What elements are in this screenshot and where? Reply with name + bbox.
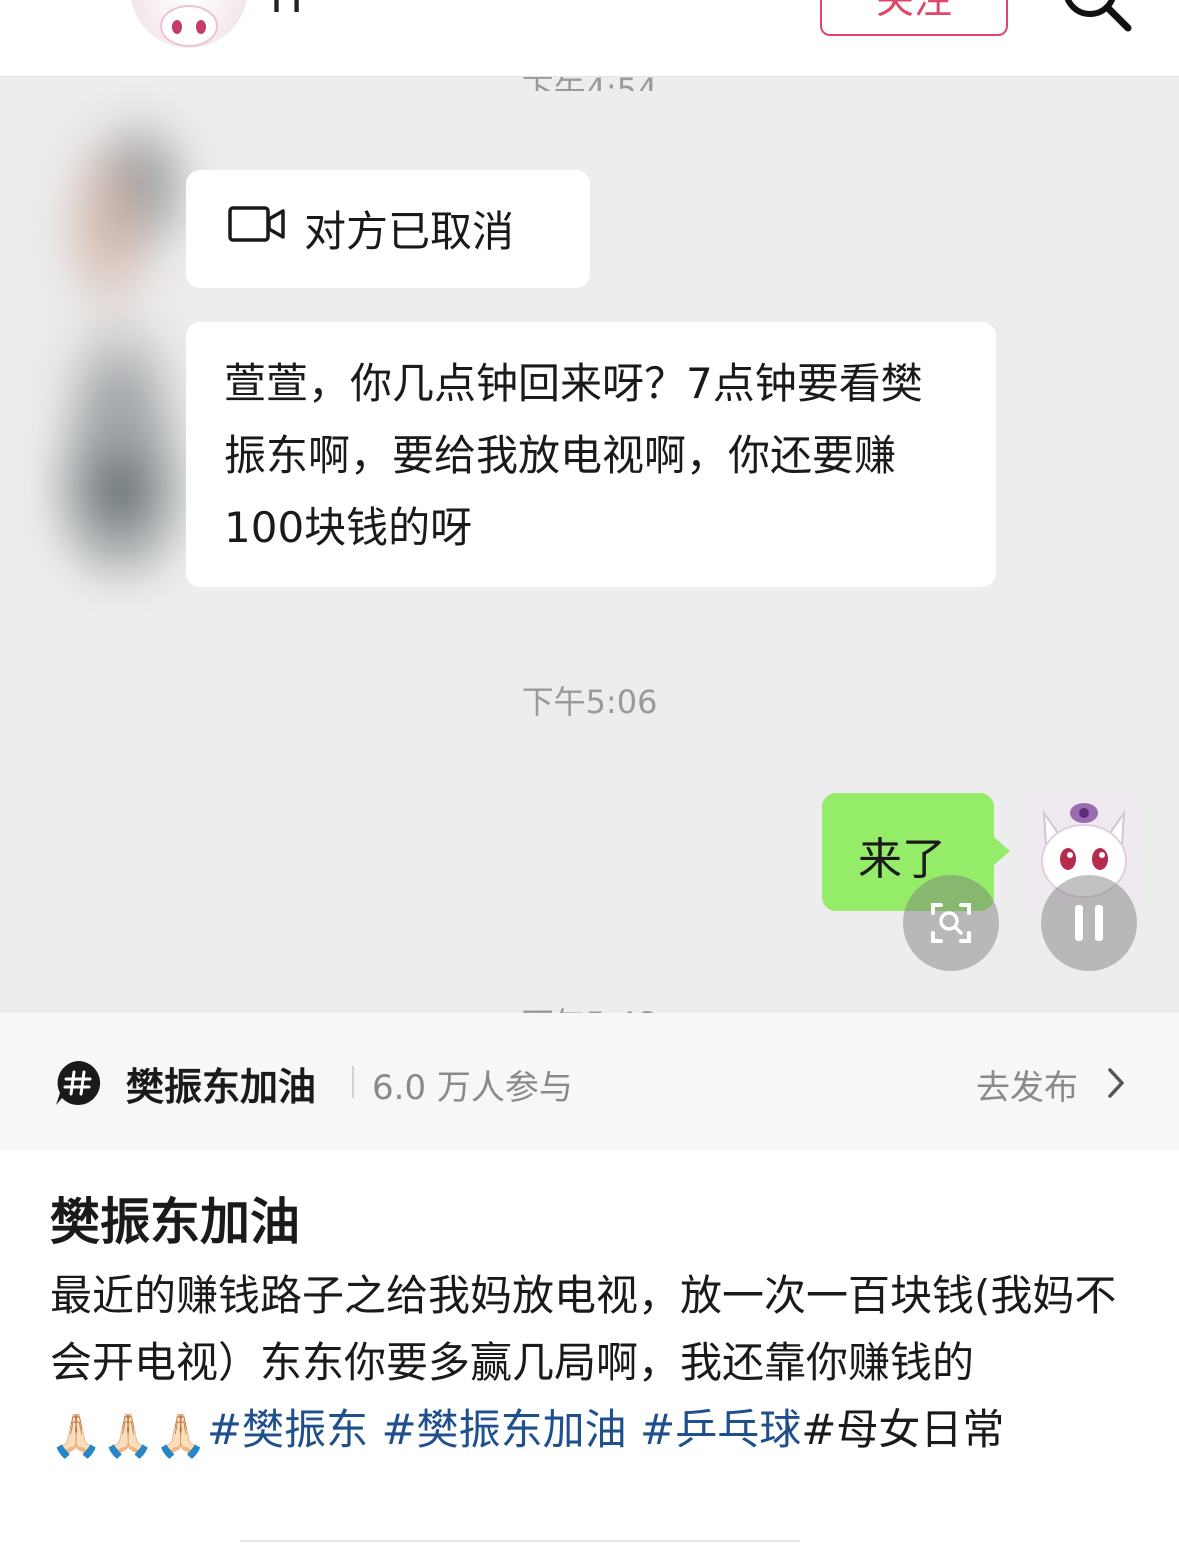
scan-icon [931, 903, 971, 943]
scan-button[interactable] [903, 875, 999, 971]
profile-avatar[interactable] [130, 0, 248, 48]
topic-participants: 6.0 万人参与 [372, 1068, 573, 1108]
top-bar: H 关注 [0, 0, 1179, 77]
chevron-right-icon[interactable] [1104, 1066, 1128, 1100]
chat-screenshot: 下午4:54 对方已取消 萱萱，你几点钟回来呀？7点钟要看樊振东啊，要给我放电视… [0, 77, 1179, 1013]
divider [352, 1066, 354, 1098]
call-status-text: 对方已取消 [304, 207, 515, 256]
message-bubble: 萱萱，你几点钟回来呀？7点钟要看樊振东啊，要给我放电视啊，你还要赚100块钱的呀 [186, 322, 996, 587]
post-title: 樊振东加油 [50, 1193, 300, 1251]
publish-link[interactable]: 去发布 [976, 1060, 1078, 1109]
cat-avatar-icon [160, 5, 218, 47]
pause-icon [1075, 905, 1103, 941]
hashtag-link[interactable]: #樊振东加油 [381, 1405, 626, 1454]
divider [240, 1540, 800, 1542]
timestamp: 下午5:48 [0, 999, 1179, 1013]
hashtag-link[interactable]: #乒乓球 [640, 1405, 801, 1454]
blurred-avatar [10, 107, 215, 587]
post-tail-text: #母女日常 [801, 1405, 1005, 1454]
topic-title[interactable]: 樊振东加油 [126, 1056, 316, 1111]
post-text: 最近的赚钱路子之给我妈放电视，放一次一百块钱(我妈不会开电视）东东你要多赢几局啊… [50, 1271, 1117, 1387]
video-camera-icon [228, 206, 285, 242]
timestamp: 下午4:54 [0, 77, 1179, 91]
hashtag-topic-icon [56, 1060, 101, 1105]
hashtag-link[interactable]: #樊振东 [207, 1405, 368, 1454]
message-text: 萱萱，你几点钟回来呀？7点钟要看樊振东啊，要给我放电视啊，你还要赚100块钱的呀 [224, 359, 923, 552]
pause-button[interactable] [1041, 875, 1137, 971]
profile-name: H [270, 0, 303, 23]
post-body: 最近的赚钱路子之给我妈放电视，放一次一百块钱(我妈不会开电视）东东你要多赢几局啊… [50, 1262, 1140, 1469]
call-record-bubble: 对方已取消 [186, 170, 590, 288]
follow-button[interactable]: 关注 [820, 0, 1008, 36]
pray-emoji-icon: 🙏🏻🙏🏻🙏🏻 [50, 1411, 207, 1460]
timestamp: 下午5:06 [521, 683, 658, 721]
search-icon[interactable] [1060, 0, 1132, 32]
